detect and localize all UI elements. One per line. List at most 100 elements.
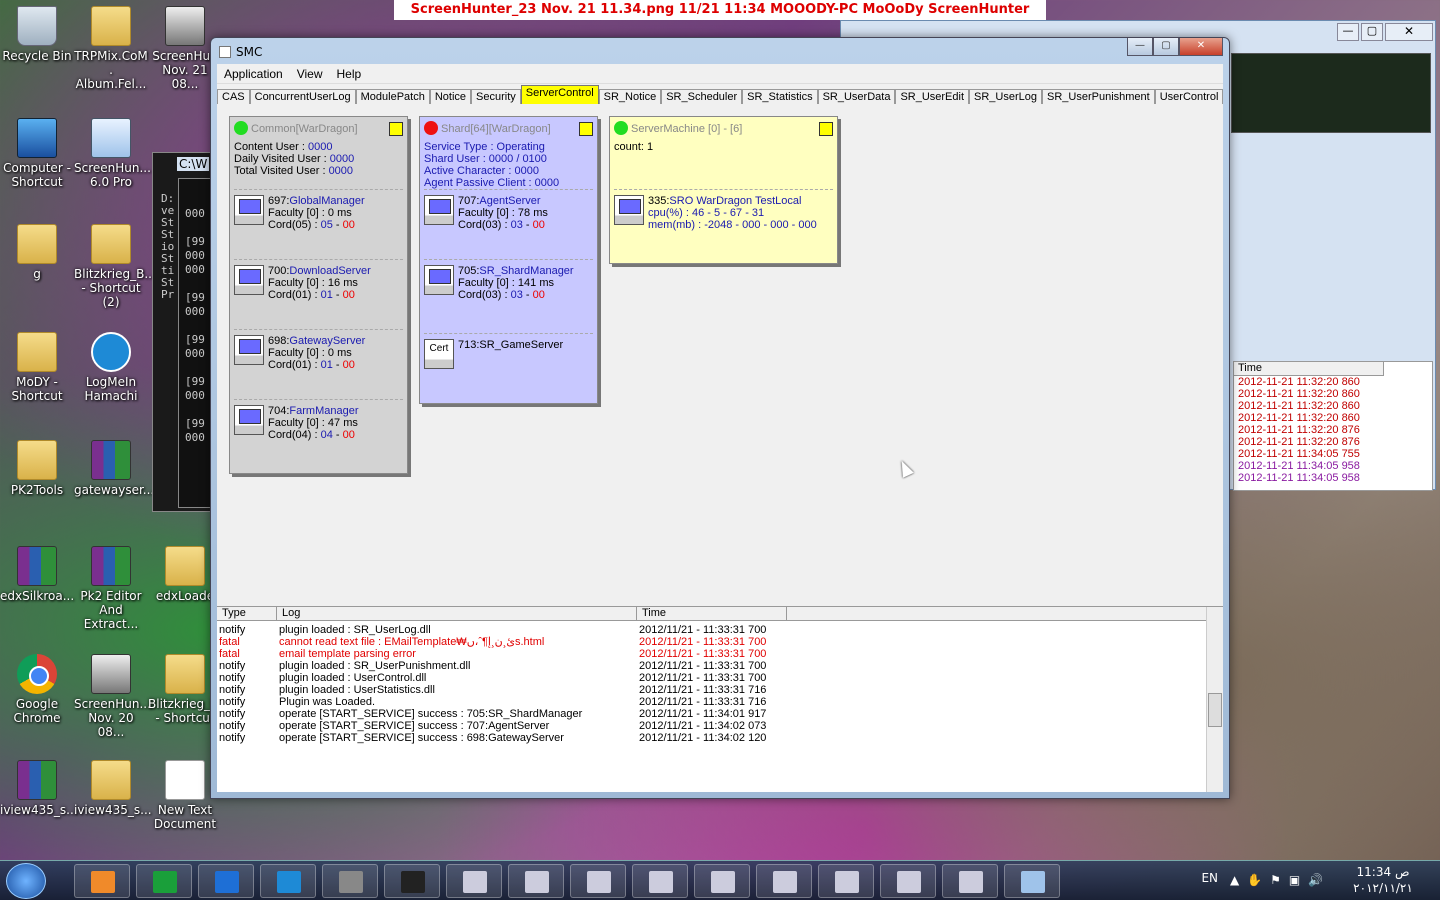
log-row[interactable]: notify operate [START_SERVICE] success : … [217, 708, 1223, 720]
desktop-icon[interactable]: iview435_s... [0, 758, 78, 817]
taskbar-button[interactable] [632, 864, 688, 898]
desktop-icon[interactable]: Blitzkrieg_B... - Shortcut (2) [74, 222, 156, 309]
tab-sr-useredit[interactable]: SR_UserEdit [895, 89, 970, 104]
tab-sr-userdata[interactable]: SR_UserData [817, 89, 896, 104]
log-row[interactable]: notify plugin loaded : UserStatistics.dll… [217, 684, 1223, 696]
desktop-icon[interactable]: MoDY - Shortcut [0, 330, 74, 403]
server-entry-gatewayserver[interactable]: 698:GatewayServer Faculty [0] : 0 ms Cord(… [234, 335, 404, 371]
screenhunter-icon [91, 118, 131, 158]
machine-entry[interactable]: 335:SRO WarDragon TestLocal cpu(%) : 46 … [614, 195, 834, 231]
smc-window[interactable]: SMC — ▢ ✕ Application View Help CAS Concurr… [210, 37, 1230, 799]
desktop-icon[interactable]: ScreenHun... 6.0 Pro [74, 116, 151, 189]
desktop-icon[interactable]: TRPMix.CoM . Album.Fel... [74, 4, 148, 91]
scroll-thumb[interactable] [1208, 693, 1222, 727]
taskbar-button[interactable] [260, 864, 316, 898]
tab-cas[interactable]: CAS [217, 89, 250, 104]
log-row[interactable]: fatal cannot read text file : EMailTempla… [217, 636, 1223, 648]
server-faculty: Faculty [0] : 16 ms [268, 277, 358, 289]
taskbar-button[interactable] [880, 864, 936, 898]
tab-sr-notice[interactable]: SR_Notice [598, 89, 662, 104]
start-button[interactable] [6, 863, 46, 899]
menu-help[interactable]: Help [330, 64, 369, 83]
menu-view[interactable]: View [290, 64, 330, 83]
close-button[interactable]: ✕ [1179, 38, 1223, 56]
taskbar-button[interactable] [1004, 864, 1060, 898]
desktop-icon[interactable]: iview435_s... [74, 758, 152, 817]
recycle-bin-icon [17, 6, 57, 46]
taskbar-button[interactable] [818, 864, 874, 898]
panel-flag-icon[interactable] [819, 122, 833, 136]
tab-sr-userlog[interactable]: SR_UserLog [969, 89, 1042, 104]
server-entry-sr-shardmanager[interactable]: 705:SR_ShardManager Faculty [0] : 141 ms C… [424, 265, 594, 301]
server-entry-gameserver[interactable]: Cert 713:SR_GameServer [424, 339, 594, 371]
taskbar-button[interactable] [756, 864, 812, 898]
taskbar-button[interactable] [384, 864, 440, 898]
desktop-icon[interactable]: g [0, 222, 74, 281]
server-entry-farmmanager[interactable]: 704:FarmManager Faculty [0] : 47 ms Cord(0… [234, 405, 404, 441]
server-entry-downloadserver[interactable]: 700:DownloadServer Faculty [0] : 16 ms Cor… [234, 265, 404, 301]
panel-flag-icon[interactable] [579, 122, 593, 136]
taskbar-button[interactable] [198, 864, 254, 898]
desktop-icon[interactable]: ScreenHun... Nov. 20 08... [74, 652, 151, 739]
log-row[interactable]: notify plugin loaded : SR_UserPunishment.… [217, 660, 1223, 672]
log-row[interactable]: notify operate [START_SERVICE] success : … [217, 732, 1223, 744]
shard-header: Shard[64][WarDragon] [424, 121, 593, 137]
bg-log-header: Time [1234, 362, 1384, 376]
tab-notice[interactable]: Notice [429, 89, 472, 104]
shard-panel[interactable]: Shard[64][WarDragon] Cert 713:SR_GameSer… [419, 116, 598, 404]
taskbar-button[interactable] [322, 864, 378, 898]
col-type[interactable]: Type [217, 607, 277, 620]
server-entry-agentserver[interactable]: 707:AgentServer Faculty [0] : 78 ms Cord(0… [424, 195, 594, 231]
bg-min-button[interactable]: — [1337, 23, 1359, 41]
log-row[interactable]: notify Plugin was Loaded. 2012/11/21 - 11:… [217, 696, 1223, 708]
desktop-icon[interactable]: PK2Tools [0, 438, 74, 497]
server-cord: Cord(05) : 05 - 00 [268, 219, 355, 231]
log-table[interactable]: Type Log Time notify plugin loaded : SR_U… [217, 606, 1223, 792]
clock[interactable]: 11:34 ص ٢٠١٢/١١/٢١ [1348, 864, 1418, 896]
desktop-icon[interactable]: LogMeIn Hamachi [74, 330, 148, 403]
tab-sr-scheduler[interactable]: SR_Scheduler [661, 89, 743, 104]
desktop-icon[interactable]: Pk2 Editor And Extract... [74, 544, 148, 631]
tab-usercontrol[interactable]: UserControl [1154, 89, 1224, 104]
taskbar-button[interactable] [694, 864, 750, 898]
server-machine-panel[interactable]: ServerMachine [0] - [6] count: 1 335:SRO… [609, 116, 838, 264]
taskbar-button[interactable] [942, 864, 998, 898]
tab-sr-statistics[interactable]: SR_Statistics [742, 89, 818, 104]
log-row[interactable]: notify plugin loaded : SR_UserLog.dll 2012… [217, 624, 1223, 636]
server-cord: Cord(01) : 01 - 00 [268, 289, 355, 301]
desktop-icon[interactable]: Computer - Shortcut [0, 116, 74, 189]
bg-max-button[interactable]: ▢ [1361, 23, 1383, 41]
tab-sr-userpunishment[interactable]: SR_UserPunishment [1042, 89, 1155, 104]
desktop-icon[interactable]: gatewayser... [74, 438, 154, 497]
tab-modulepatch[interactable]: ModulePatch [355, 89, 430, 104]
desktop-icon-label: iview435_s... [74, 803, 152, 817]
taskbar-button[interactable] [74, 864, 130, 898]
server-entry-globalmanager[interactable]: 697:GlobalManager Faculty [0] : 0 ms Cord(… [234, 195, 404, 231]
bg-close-button[interactable]: ✕ [1385, 23, 1433, 41]
log-scrollbar[interactable] [1206, 607, 1223, 792]
log-row[interactable]: notify plugin loaded : UserControl.dll 201… [217, 672, 1223, 684]
desktop-icon[interactable]: edxSilkroa... [0, 544, 74, 603]
tab-security[interactable]: Security [471, 89, 521, 104]
col-time[interactable]: Time [637, 607, 787, 620]
minimize-button[interactable]: — [1127, 38, 1153, 56]
taskbar-button[interactable] [570, 864, 626, 898]
tab-concurrentuserlog[interactable]: ConcurrentUserLog [249, 89, 356, 104]
taskbar-button[interactable] [508, 864, 564, 898]
desktop-icon[interactable]: Recycle Bin [0, 4, 74, 63]
desktop-icon[interactable]: Google Chrome [0, 652, 74, 725]
taskbar-button[interactable] [136, 864, 192, 898]
common-panel[interactable]: Common[WarDragon] Content User : 0000 Dai… [229, 116, 408, 474]
tab-servercontrol[interactable]: ServerControl [520, 85, 599, 104]
monitor-icon [234, 265, 264, 295]
log-message: plugin loaded : SR_UserLog.dll [279, 624, 431, 636]
col-log[interactable]: Log [277, 607, 637, 620]
log-row[interactable]: notify operate [START_SERVICE] success : … [217, 720, 1223, 732]
menu-application[interactable]: Application [217, 64, 290, 83]
language-indicator[interactable]: EN [1201, 871, 1218, 885]
log-row[interactable]: fatal email template parsing error 2012/11… [217, 648, 1223, 660]
maximize-button[interactable]: ▢ [1153, 38, 1179, 56]
taskbar-button[interactable] [446, 864, 502, 898]
status-led-icon [424, 121, 438, 135]
panel-flag-icon[interactable] [389, 122, 403, 136]
